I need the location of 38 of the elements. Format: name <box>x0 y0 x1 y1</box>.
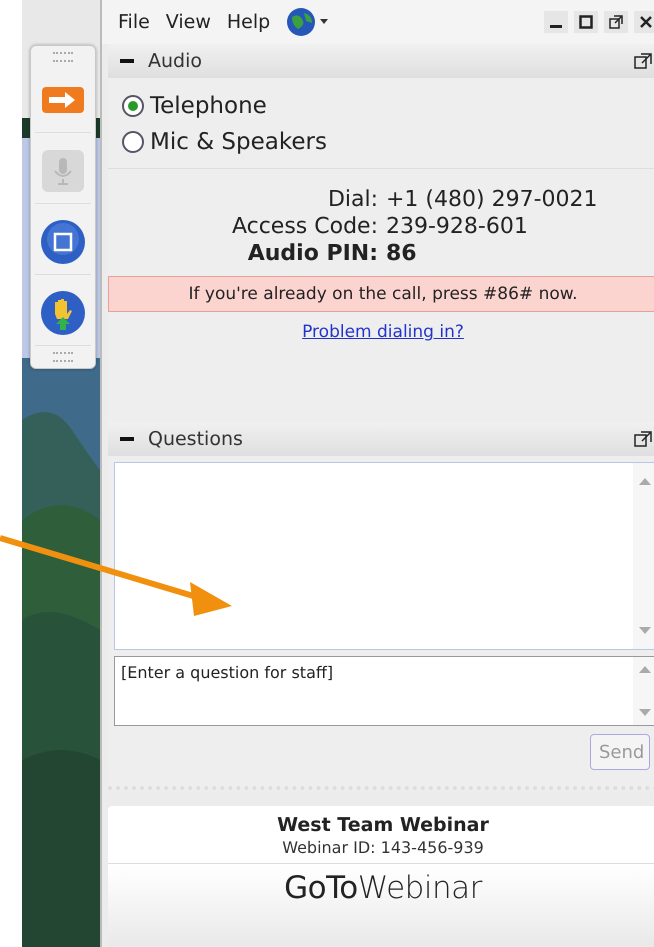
grip-icon[interactable] <box>53 52 73 62</box>
minus-icon <box>120 59 134 63</box>
maximize-button[interactable] <box>574 11 598 33</box>
radio-button[interactable] <box>122 95 144 117</box>
close-button[interactable] <box>634 11 654 33</box>
webinar-id: Webinar ID: 143-456-939 <box>282 838 484 857</box>
detail-value: +1 (480) 297-0021 <box>386 187 598 212</box>
webinar-title: West Team Webinar <box>277 814 489 836</box>
raise-hand-icon[interactable] <box>40 290 86 336</box>
menu-item[interactable]: Help <box>226 11 270 33</box>
notice-banner: If you're already on the call, press #86# now. <box>108 276 654 312</box>
radio-button[interactable] <box>122 131 144 153</box>
detail-value: 239-928-601 <box>386 214 529 239</box>
radio-option[interactable]: Mic & Speakers <box>122 124 654 160</box>
radio-label: Telephone <box>150 93 267 119</box>
minimize-icon <box>550 25 562 28</box>
detail-label: Dial: <box>326 187 378 212</box>
radio-option[interactable]: Telephone <box>122 88 654 124</box>
grip-icon[interactable] <box>53 352 73 362</box>
menu-item[interactable]: View <box>166 11 211 33</box>
brand-logo: GoToWebinar <box>284 870 482 906</box>
detail-label: Audio PIN: <box>246 241 378 266</box>
minimize-button[interactable] <box>544 11 568 33</box>
menu-item[interactable]: File <box>118 11 150 33</box>
radio-label: Mic & Speakers <box>150 129 327 155</box>
restore-button[interactable] <box>604 11 628 33</box>
popout-icon[interactable] <box>634 431 652 447</box>
detail-label: Access Code: <box>230 214 378 239</box>
globe-dropdown-icon[interactable] <box>286 7 330 37</box>
screen-icon[interactable] <box>40 219 86 265</box>
help-link[interactable]: Problem dialing in? <box>302 322 464 342</box>
popout-icon[interactable] <box>634 53 652 69</box>
close-icon <box>639 15 653 29</box>
section-title: Audio <box>148 50 202 72</box>
arrow-button-icon[interactable] <box>41 86 85 114</box>
minus-icon <box>120 437 134 441</box>
section-title: Questions <box>148 428 243 450</box>
detail-value: 86 <box>386 241 418 266</box>
